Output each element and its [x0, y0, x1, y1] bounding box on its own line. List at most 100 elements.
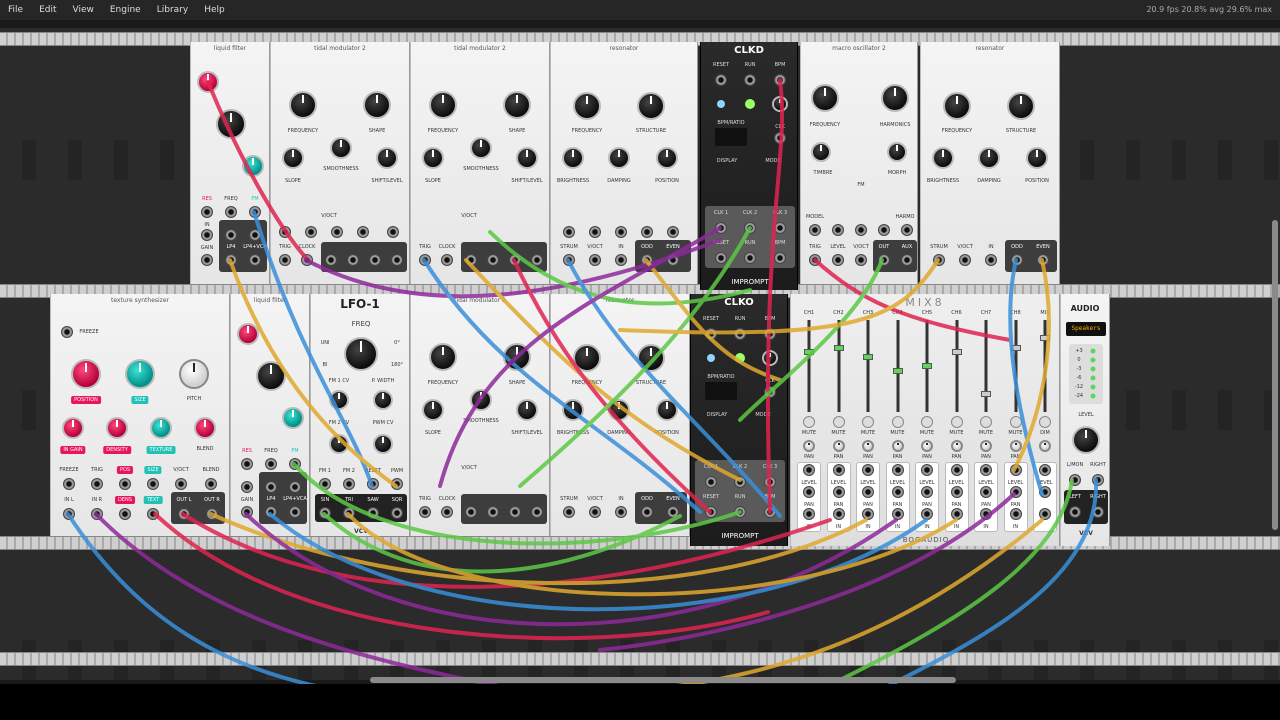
blend-knob[interactable] — [194, 417, 216, 439]
shape-knob[interactable] — [503, 343, 531, 371]
size-jack[interactable] — [147, 478, 159, 490]
run-out-jack[interactable] — [744, 252, 756, 264]
horizontal-scrollbar[interactable] — [370, 677, 956, 683]
reset-jack[interactable] — [715, 74, 727, 86]
out-jack-1[interactable] — [465, 506, 477, 518]
freeze-jack[interactable] — [63, 478, 75, 490]
level-cv-jack[interactable] — [862, 464, 874, 476]
cv-jack[interactable] — [855, 224, 867, 236]
pan-cv-jack[interactable] — [980, 486, 992, 498]
channel-input-jack[interactable] — [1039, 508, 1051, 520]
position-knob[interactable] — [656, 147, 678, 169]
lp4-jack[interactable] — [225, 254, 237, 266]
brightness-knob[interactable] — [932, 147, 954, 169]
cv-jack[interactable] — [878, 224, 890, 236]
reset-out-jack[interactable] — [705, 506, 717, 518]
position-knob[interactable] — [71, 359, 101, 389]
lp2-jack[interactable] — [249, 229, 261, 241]
channel-input-jack[interactable] — [803, 508, 815, 520]
bp2-jack[interactable] — [225, 229, 237, 241]
level-cv-jack[interactable] — [950, 464, 963, 476]
gain-jack[interactable] — [241, 506, 253, 518]
module-mix8[interactable]: MIX8 BOGAUDIO CH1 MUTE PAN LEVEL PAN IN CH2 MUT… — [790, 294, 1060, 546]
channel-input-jack[interactable] — [980, 508, 992, 520]
mute-button[interactable] — [862, 416, 874, 428]
freeze-button[interactable] — [61, 326, 73, 338]
level-cv-jack[interactable] — [980, 464, 992, 476]
out-r-jack[interactable] — [206, 508, 218, 520]
res-knob[interactable] — [197, 71, 219, 93]
trig-jack[interactable] — [279, 254, 291, 266]
even-jack[interactable] — [667, 254, 679, 266]
reset-button[interactable] — [717, 100, 725, 108]
fader-handle[interactable] — [981, 390, 991, 397]
saw-jack[interactable] — [367, 507, 379, 519]
fm2-cv-knob[interactable] — [329, 434, 349, 454]
menu-library[interactable]: Library — [149, 5, 196, 15]
freq-knob[interactable] — [344, 337, 378, 371]
frequency-knob[interactable] — [429, 91, 457, 119]
pan-knob[interactable] — [1009, 440, 1022, 452]
mute-button[interactable] — [803, 416, 815, 428]
blend-jack[interactable] — [205, 478, 217, 490]
mute-button[interactable] — [950, 416, 963, 428]
right-out-jack[interactable] — [1092, 506, 1104, 518]
mute-button[interactable] — [1039, 416, 1051, 428]
module-tidal-modulator[interactable]: tidal modulator 2 FREQUENCY SHAPE SLOPE … — [410, 294, 550, 536]
reset-jack[interactable] — [705, 328, 717, 340]
pos-jack[interactable] — [119, 478, 131, 490]
morph-knob[interactable] — [887, 142, 907, 162]
out-l-jack[interactable] — [178, 508, 190, 520]
fm1-jack[interactable] — [319, 478, 331, 490]
in-jack[interactable] — [615, 254, 627, 266]
cv-jack[interactable] — [305, 226, 317, 238]
voct-jack[interactable] — [175, 478, 187, 490]
menu-engine[interactable]: Engine — [102, 5, 149, 15]
slope-knob[interactable] — [282, 147, 304, 169]
in-l-jack[interactable] — [63, 508, 75, 520]
module-resonator[interactable]: resonator FREQUENCY STRUCTURE BRIGHTNESS… — [550, 294, 690, 536]
slope-knob[interactable] — [422, 399, 444, 421]
clk1-jack[interactable] — [705, 476, 717, 488]
mute-button[interactable] — [921, 416, 933, 428]
frequency-knob[interactable] — [573, 344, 601, 372]
trig-jack[interactable] — [91, 478, 103, 490]
voct-jack[interactable] — [589, 254, 601, 266]
pan-cv-jack[interactable] — [1039, 486, 1051, 498]
clk2-jack[interactable] — [744, 222, 756, 234]
pan-knob[interactable] — [832, 440, 845, 452]
pan-knob[interactable] — [980, 440, 992, 452]
frequency-knob[interactable] — [943, 92, 971, 120]
pan-cv-jack[interactable] — [891, 486, 904, 498]
pan-cv-jack[interactable] — [950, 486, 963, 498]
mute-button[interactable] — [1009, 416, 1022, 428]
level-cv-jack[interactable] — [891, 464, 904, 476]
size-knob[interactable] — [125, 359, 155, 389]
frequency-knob[interactable] — [289, 91, 317, 119]
damping-knob[interactable] — [608, 147, 630, 169]
trig-jack[interactable] — [419, 254, 431, 266]
pan-knob[interactable] — [950, 440, 963, 452]
cv-jack[interactable] — [357, 226, 369, 238]
shift-knob[interactable] — [376, 147, 398, 169]
clk-knob[interactable] — [772, 96, 788, 112]
channel-input-jack[interactable] — [832, 508, 845, 520]
clk3-jack[interactable] — [774, 222, 786, 234]
pwidth-knob[interactable] — [373, 390, 393, 410]
cv-jack[interactable] — [331, 226, 343, 238]
frequency-knob[interactable] — [573, 92, 601, 120]
res-jack[interactable] — [201, 206, 213, 218]
in-r-jack[interactable] — [91, 508, 103, 520]
level-cv-jack[interactable] — [1009, 464, 1022, 476]
structure-knob[interactable] — [1007, 92, 1035, 120]
damping-knob[interactable] — [978, 147, 1000, 169]
left-in-jack[interactable] — [1069, 474, 1081, 486]
channel-input-jack[interactable] — [1009, 508, 1022, 520]
fader-handle[interactable] — [1040, 335, 1050, 342]
bpm-jack[interactable] — [764, 328, 776, 340]
level-cv-jack[interactable] — [1039, 464, 1051, 476]
cv-jack[interactable] — [589, 226, 601, 238]
pan-knob[interactable] — [891, 440, 904, 452]
cv-jack[interactable] — [387, 226, 399, 238]
clk2-jack[interactable] — [734, 476, 746, 488]
